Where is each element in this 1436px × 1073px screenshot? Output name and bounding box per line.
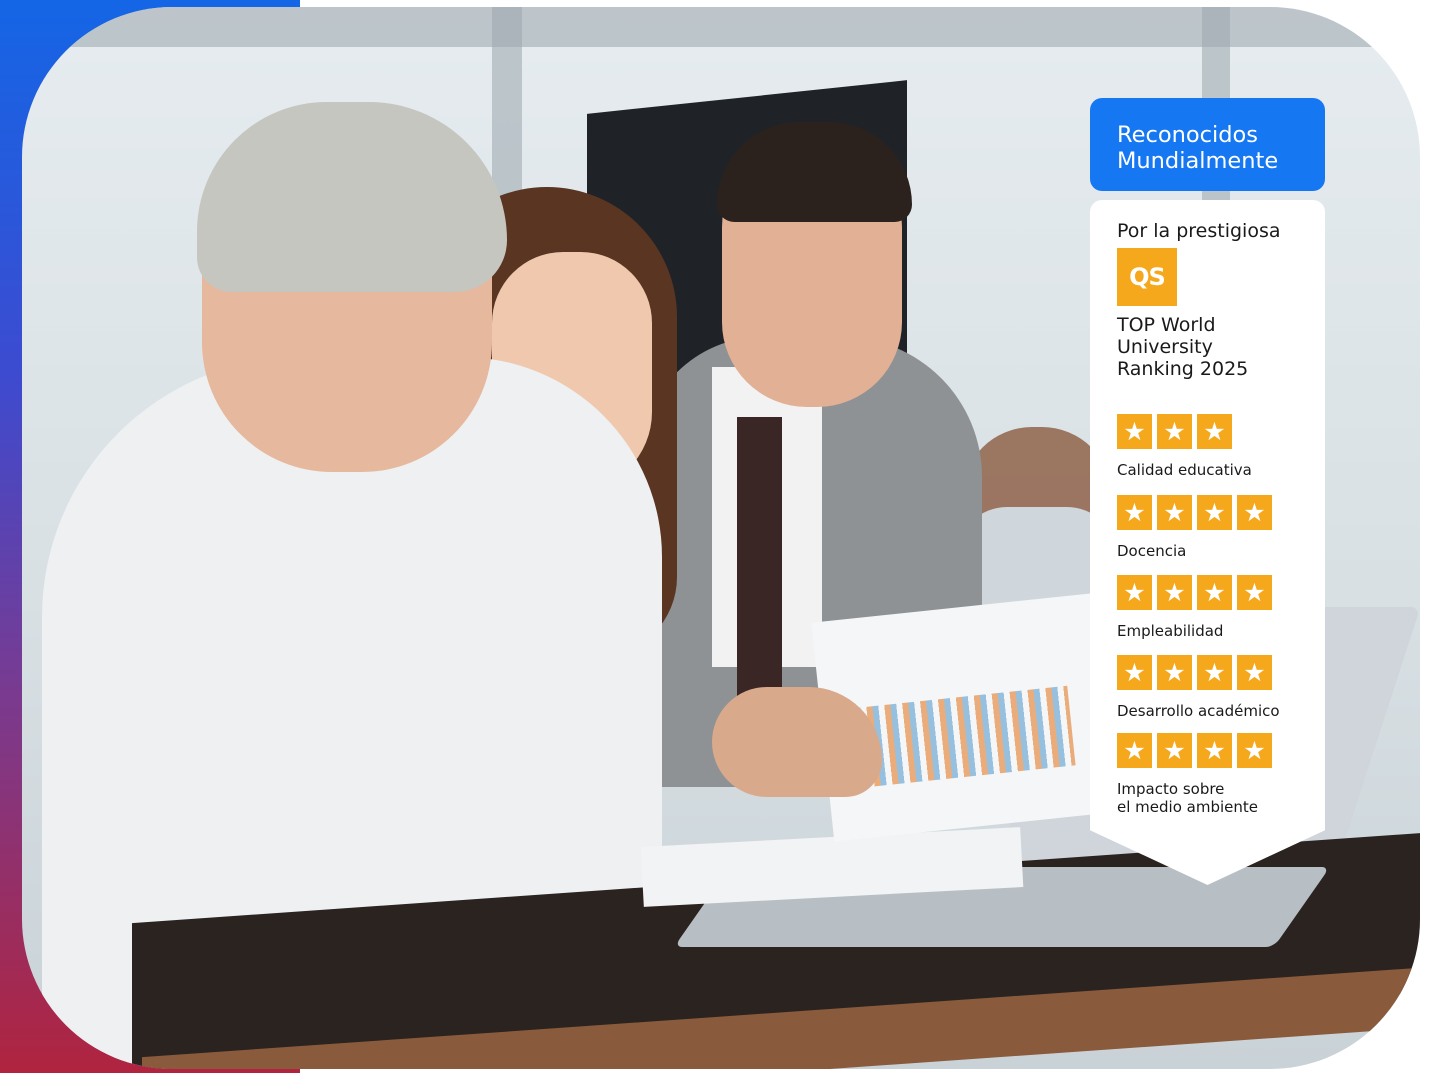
ranking-line2: University — [1117, 336, 1213, 358]
older-woman-hair — [197, 102, 507, 292]
star-icon: ★ — [1117, 575, 1152, 610]
stars-empleabilidad: ★ ★ ★ ★ — [1117, 575, 1272, 610]
star-icon: ★ — [1157, 575, 1192, 610]
star-icon: ★ — [1197, 655, 1232, 690]
criterion-label: Calidad educativa — [1117, 461, 1252, 479]
ranking-line1: TOP World — [1117, 314, 1216, 336]
criterion-label: Empleabilidad — [1117, 622, 1224, 640]
stars-calidad-educativa: ★ ★ ★ — [1117, 414, 1232, 449]
criterion-label: Docencia — [1117, 542, 1187, 560]
star-icon: ★ — [1197, 575, 1232, 610]
star-icon: ★ — [1237, 495, 1272, 530]
star-icon: ★ — [1237, 733, 1272, 768]
ranking-badge: Por la prestigiosa QS TOP World Universi… — [1090, 200, 1325, 885]
star-icon: ★ — [1197, 495, 1232, 530]
stars-docencia: ★ ★ ★ ★ — [1117, 495, 1272, 530]
star-icon: ★ — [1197, 733, 1232, 768]
star-icon: ★ — [1117, 733, 1152, 768]
star-icon: ★ — [1117, 495, 1152, 530]
badge-header-line1: Reconocidos — [1117, 122, 1259, 148]
star-icon: ★ — [1117, 414, 1152, 449]
star-icon: ★ — [1157, 655, 1192, 690]
criterion-label-line1: Impacto sobre — [1117, 780, 1225, 798]
star-icon: ★ — [1117, 655, 1152, 690]
star-icon: ★ — [1157, 414, 1192, 449]
star-icon: ★ — [1157, 733, 1192, 768]
star-icon: ★ — [1237, 575, 1272, 610]
stars-impacto-ambiental: ★ ★ ★ ★ — [1117, 733, 1272, 768]
ranking-line3: Ranking 2025 — [1117, 358, 1249, 380]
badge-intro: Por la prestigiosa — [1117, 220, 1281, 242]
qs-logo: QS — [1117, 248, 1177, 306]
badge-header-line2: Mundialmente — [1117, 148, 1279, 174]
badge-header: Reconocidos Mundialmente — [1090, 98, 1325, 191]
star-icon: ★ — [1237, 655, 1272, 690]
criterion-label: Desarrollo académico — [1117, 702, 1280, 720]
stars-desarrollo-academico: ★ ★ ★ ★ — [1117, 655, 1272, 690]
star-icon: ★ — [1157, 495, 1192, 530]
criterion-label-line2: el medio ambiente — [1117, 798, 1258, 816]
star-icon: ★ — [1197, 414, 1232, 449]
